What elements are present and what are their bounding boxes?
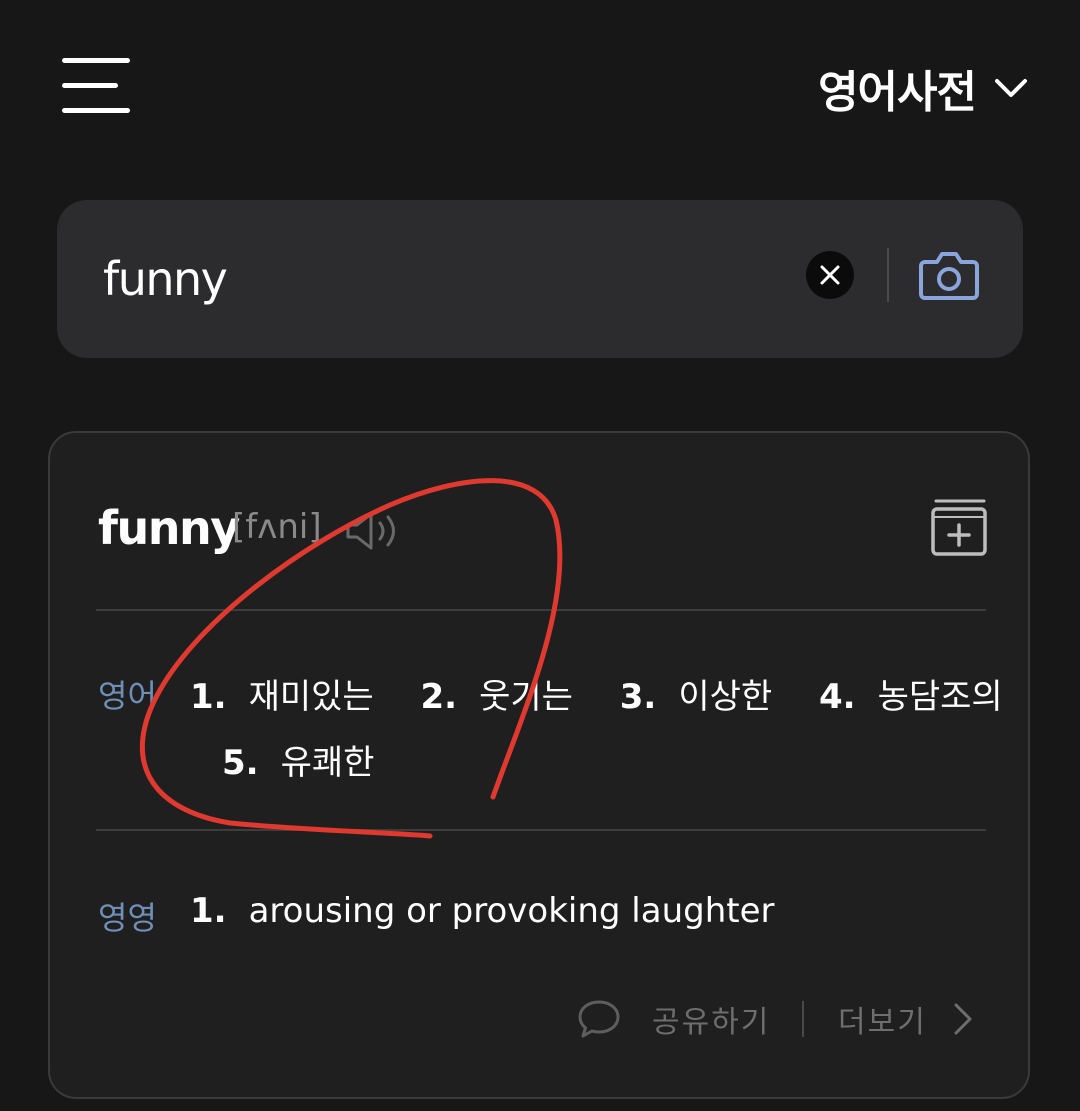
speaker-icon — [346, 512, 395, 550]
dictionary-selector[interactable]: 영어사전 — [818, 58, 1028, 118]
search-bar — [57, 200, 1023, 358]
close-icon — [820, 265, 840, 285]
card-divider — [96, 829, 986, 831]
share-button[interactable]: 공유하기 — [576, 995, 770, 1043]
camera-icon — [919, 252, 979, 300]
add-to-wordbook-icon — [931, 499, 987, 556]
meaning-row: 1. 재미있는 2. 웃기는 3. 이상한 4. 농담조의 — [190, 669, 1003, 718]
dictionary-title: 영어사전 — [818, 67, 977, 118]
chevron-right-icon — [954, 1003, 972, 1035]
more-button[interactable]: 더보기 — [838, 995, 973, 1043]
clear-search-button[interactable] — [806, 251, 854, 299]
pronunciation: [fʌni] — [232, 507, 322, 547]
meaning-item[interactable]: 4. 농담조의 — [819, 677, 1003, 717]
share-label: 공유하기 — [652, 1005, 771, 1040]
meaning-item[interactable]: 2. 웃기는 — [421, 677, 584, 717]
meaning-item[interactable]: 3. 이상한 — [620, 677, 783, 717]
entry-word[interactable]: funny — [98, 501, 240, 555]
search-divider — [887, 248, 889, 302]
menu-button[interactable] — [62, 58, 130, 114]
speech-bubble-icon — [578, 1000, 620, 1038]
meaning-item[interactable]: 1. 재미있는 — [190, 677, 385, 717]
card-divider — [96, 609, 986, 611]
camera-search-button[interactable] — [919, 246, 979, 302]
action-divider — [802, 1001, 804, 1037]
more-label: 더보기 — [838, 1005, 927, 1040]
meaning-row: 1. arousing or provoking laughter — [190, 891, 774, 931]
ko-section-label: 영어 — [98, 677, 157, 715]
search-input[interactable] — [103, 244, 763, 314]
meaning-row: 5. 유쾌한 — [222, 735, 374, 784]
result-card: funny [fʌni] 영어 1. 재미있는 2. 웃기는 3. 이상한 4. 농 — [48, 431, 1030, 1099]
meaning-item[interactable]: 5. 유쾌한 — [222, 743, 374, 783]
meaning-item[interactable]: 1. arousing or provoking laughter — [190, 891, 774, 931]
hamburger-menu-icon — [62, 58, 130, 63]
play-pronunciation-button[interactable] — [346, 511, 404, 551]
chevron-down-icon — [995, 79, 1027, 97]
add-to-wordbook-button[interactable] — [930, 497, 988, 557]
en-section-label: 영영 — [98, 899, 157, 937]
